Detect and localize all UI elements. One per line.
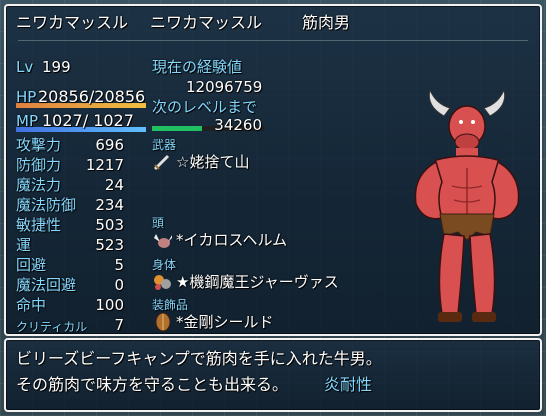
equip-item-name[interactable]: *金剛シールド: [176, 313, 274, 331]
shield-icon: [152, 312, 174, 332]
param-label: 魔法防御: [16, 196, 77, 214]
param-label: 回避: [16, 256, 47, 274]
param-value: 1217: [85, 156, 124, 174]
level-value: 199: [42, 58, 71, 76]
param-label: 命中: [16, 296, 47, 314]
param-value: 523: [95, 236, 124, 254]
minotaur-portrait: [414, 88, 520, 322]
exp-current-label: 現在の経験値: [152, 58, 243, 76]
actor-name: ニワカマッスル: [16, 13, 129, 32]
param-label: 運: [16, 236, 32, 254]
equip-item-name[interactable]: *イカロスヘルム: [176, 231, 287, 249]
param-label: 敏捷性: [16, 216, 62, 234]
exp-gauge-fill: [152, 126, 203, 131]
equip-item-name[interactable]: ★機鋼魔王ジャーヴァス: [176, 273, 339, 291]
param-value: 696: [95, 136, 124, 154]
header-divider: [18, 40, 528, 41]
equip-item-name[interactable]: ☆姥捨て山: [176, 153, 249, 171]
param-value: 7: [114, 316, 124, 334]
winged-helmet-icon: [152, 230, 174, 250]
hp-label: HP: [16, 88, 37, 106]
actor-class: ニワカマッスル: [150, 13, 263, 32]
mp-value: 1027/ 1027: [42, 111, 134, 130]
param-value: 24: [104, 176, 124, 194]
hp-value: 20856/20856: [38, 87, 146, 106]
sword-icon: [152, 152, 174, 172]
exp-next-value: 34260: [214, 116, 262, 134]
param-label: 攻撃力: [16, 136, 62, 154]
param-value: 5: [114, 256, 124, 274]
description-trait: 炎耐性: [324, 375, 373, 394]
param-value: 234: [95, 196, 124, 214]
description-line2: その筋肉で味方を守ることも出来る。: [16, 375, 289, 394]
param-label: 魔法力: [16, 176, 62, 194]
param-value: 100: [95, 296, 124, 314]
description-line1: ビリーズビーフキャンプで筋肉を手に入れた牛男。: [16, 349, 382, 368]
mech-armor-icon: [152, 272, 174, 292]
mp-label: MP: [16, 112, 38, 130]
description-window: ビリーズビーフキャンプで筋肉を手に入れた牛男。 その筋肉で味方を守ることも出来る…: [4, 338, 542, 412]
param-label: 魔法回避: [16, 276, 77, 294]
param-value: 503: [95, 216, 124, 234]
actor-nickname: 筋肉男: [302, 13, 351, 32]
level-label: Lv: [16, 58, 34, 76]
status-window: ニワカマッスル ニワカマッスル 筋肉男 Lv 199 HP 20856/2085…: [4, 4, 542, 336]
param-label: 防御力: [16, 156, 62, 174]
exp-next-label: 次のレベルまで: [152, 98, 258, 116]
exp-current-value: 12096759: [186, 78, 263, 96]
param-value: 0: [114, 276, 124, 294]
